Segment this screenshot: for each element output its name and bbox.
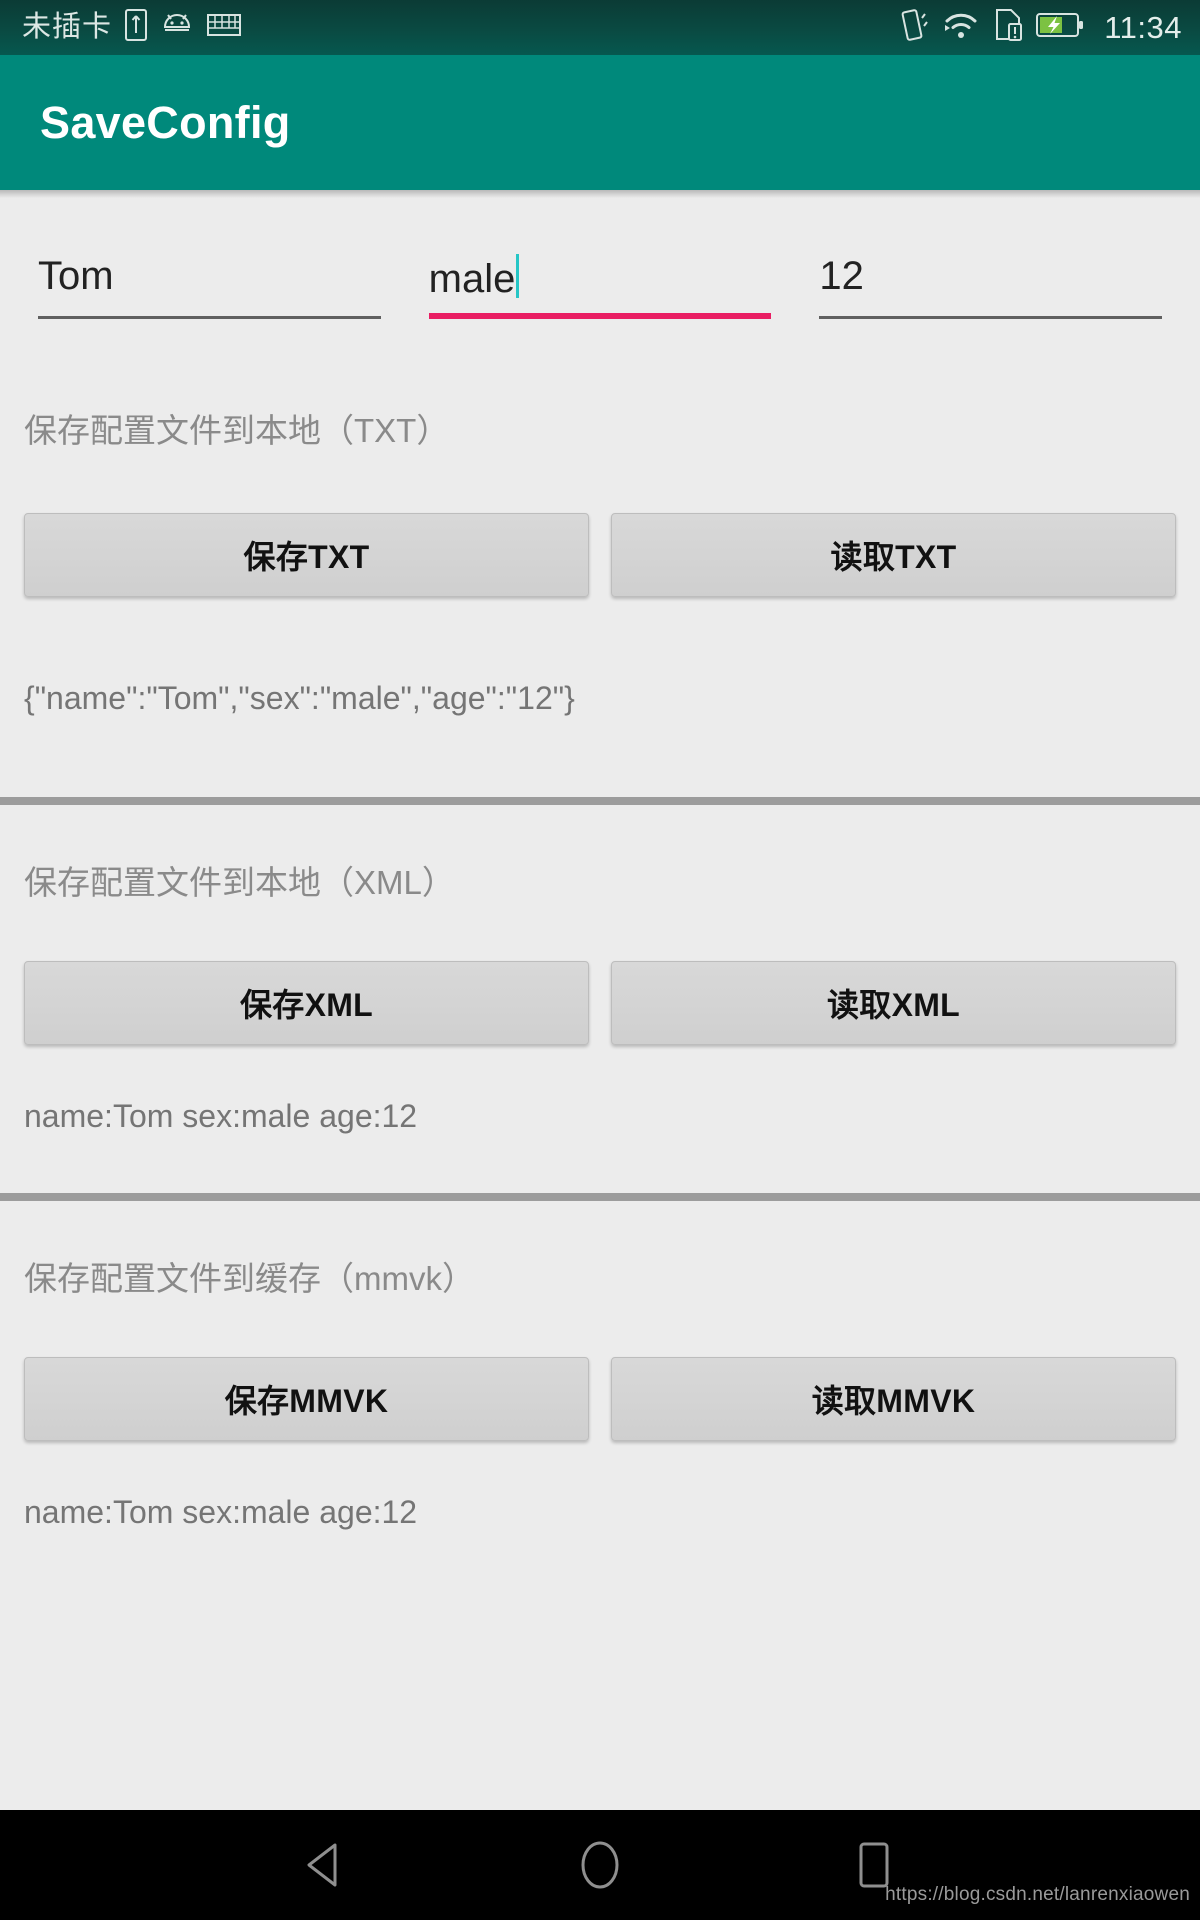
- section-divider-2: [0, 1192, 1200, 1201]
- mmvk-section: 保存配置文件到缓存（mmvk） 保存MMVK 读取MMVK name:Tom s…: [0, 1259, 1200, 1531]
- keyboard-icon: [207, 12, 242, 43]
- txt-result-text: {"name":"Tom","sex":"male","age":"12"}: [24, 679, 575, 716]
- save-xml-button[interactable]: 保存XML: [24, 960, 589, 1045]
- age-field-value: 12: [819, 254, 864, 298]
- section-divider-1: [0, 796, 1200, 805]
- android-robot-icon: [160, 11, 194, 44]
- wifi-icon: [942, 10, 980, 45]
- home-circle-icon: [581, 1841, 619, 1889]
- sex-field-value: male: [428, 257, 516, 301]
- txt-section: 保存配置文件到本地（TXT） 保存TXT 读取TXT {"name":"Tom"…: [0, 411, 1200, 717]
- save-mmvk-button[interactable]: 保存MMVK: [24, 1356, 589, 1441]
- xml-button-row: 保存XML 读取XML: [24, 960, 1176, 1045]
- read-xml-button[interactable]: 读取XML: [611, 960, 1176, 1045]
- app-bar: SaveConfig: [0, 55, 1200, 198]
- battery-charging-icon: [1036, 12, 1084, 43]
- app-screen: 未插卡 11:34 SaveConfig Tom male 12 保存配置文件到…: [0, 0, 1200, 1920]
- mmvk-button-row: 保存MMVK 读取MMVK: [24, 1356, 1176, 1441]
- text-cursor-icon: [516, 254, 520, 298]
- name-field-underline: [38, 316, 381, 319]
- page-title: SaveConfig: [40, 97, 291, 148]
- back-button[interactable]: [289, 1828, 363, 1902]
- mmvk-result-text: name:Tom sex:male age:12: [24, 1493, 418, 1530]
- age-field-underline: [819, 316, 1163, 319]
- xml-result-text: name:Tom sex:male age:12: [24, 1097, 418, 1134]
- main-content: Tom male 12 保存配置文件到本地（TXT） 保存TXT 读取TXT {…: [0, 190, 1200, 1810]
- clock-label: 11:34: [1104, 10, 1182, 45]
- xml-section: 保存配置文件到本地（XML） 保存XML 读取XML name:Tom sex:…: [0, 863, 1200, 1135]
- back-triangle-icon: [307, 1843, 337, 1887]
- age-field[interactable]: 12: [805, 248, 1176, 319]
- read-txt-button[interactable]: 读取TXT: [611, 512, 1176, 597]
- sex-field-value-wrap: male: [429, 248, 772, 304]
- txt-button-row: 保存TXT 读取TXT: [24, 512, 1176, 597]
- status-bar-left: 未插卡: [22, 9, 898, 46]
- txt-section-label: 保存配置文件到本地（TXT）: [24, 412, 450, 449]
- mmvk-section-label: 保存配置文件到缓存（mmvk）: [24, 1259, 475, 1297]
- input-row: Tom male 12: [0, 190, 1200, 319]
- navigation-bar: https://blog.csdn.net/lanrenxiaowen: [0, 1810, 1200, 1920]
- read-mmvk-button[interactable]: 读取MMVK: [611, 1356, 1176, 1441]
- name-field[interactable]: Tom: [24, 248, 395, 319]
- watermark-label: https://blog.csdn.net/lanrenxiaowen: [885, 1884, 1190, 1905]
- save-txt-button[interactable]: 保存TXT: [24, 512, 589, 597]
- sex-field[interactable]: male: [415, 248, 786, 319]
- sex-field-underline: [428, 313, 772, 319]
- xml-section-label: 保存配置文件到本地（XML）: [24, 863, 455, 901]
- sim-card-icon: [125, 9, 148, 46]
- carrier-label: 未插卡: [22, 11, 113, 43]
- status-bar-right: 11:34: [898, 8, 1182, 47]
- name-field-value: Tom: [38, 254, 114, 298]
- home-button[interactable]: [563, 1828, 637, 1902]
- vibrate-icon: [898, 8, 929, 47]
- status-bar: 未插卡 11:34: [0, 0, 1200, 55]
- sim-card-alert-icon: [994, 9, 1023, 46]
